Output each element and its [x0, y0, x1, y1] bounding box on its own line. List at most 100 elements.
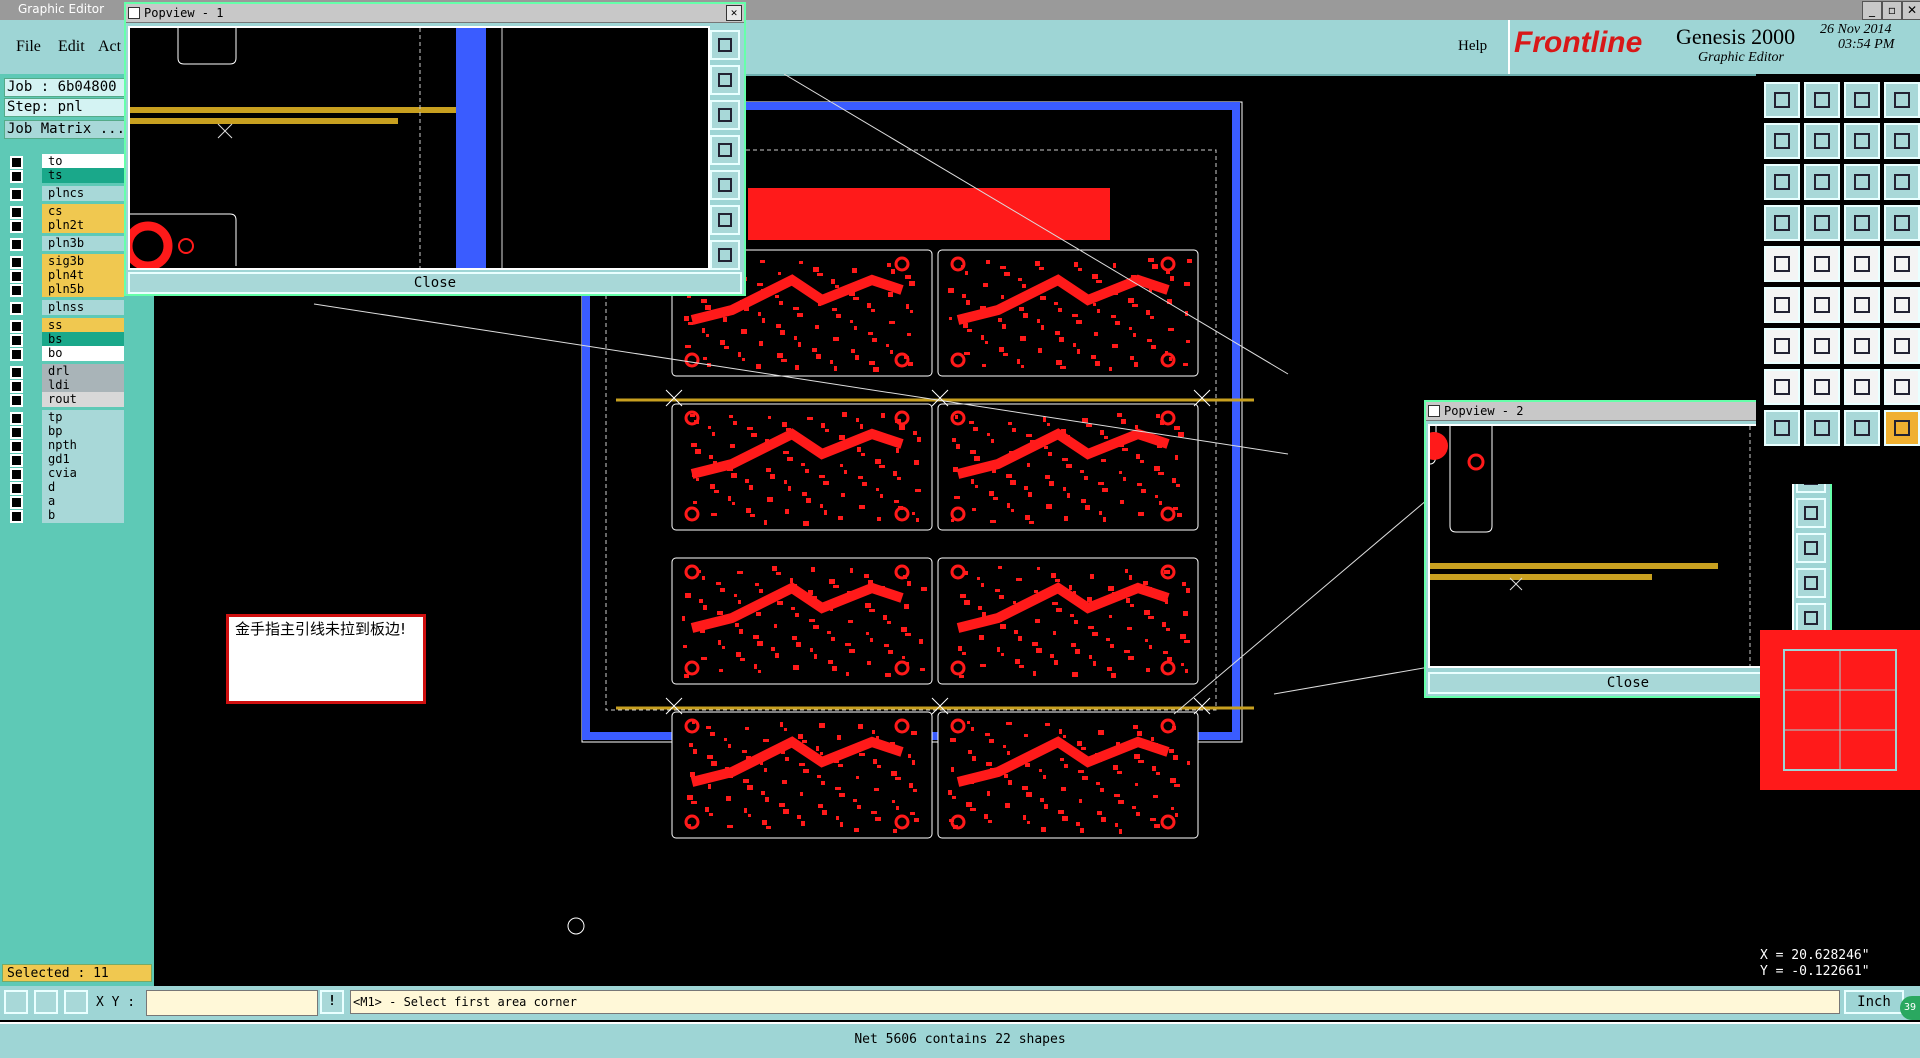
layer-checkbox[interactable]: [10, 284, 23, 297]
layer-row-a[interactable]: a: [6, 494, 124, 509]
layer-row-drl[interactable]: drl: [6, 364, 124, 379]
tool-button-30[interactable]: [1804, 369, 1840, 405]
layer-row-pln4t[interactable]: pln4t: [6, 268, 124, 283]
popview-tool-button-6[interactable]: [710, 205, 740, 235]
tool-button-33[interactable]: [1764, 410, 1800, 446]
layer-row-pln5b[interactable]: pln5b: [6, 282, 124, 297]
popview-tool-button-2[interactable]: [710, 65, 740, 95]
menu-actions[interactable]: Act: [98, 38, 121, 56]
layer-row-b[interactable]: b: [6, 508, 124, 523]
tool-button-1[interactable]: [1764, 82, 1800, 118]
tool-button-27[interactable]: [1844, 328, 1880, 364]
tool-button-3[interactable]: [1844, 82, 1880, 118]
tool-button-18[interactable]: [1804, 246, 1840, 282]
tool-button-19[interactable]: [1844, 246, 1880, 282]
layer-row-ss[interactable]: ss: [6, 318, 124, 333]
tool-button-6[interactable]: [1804, 123, 1840, 159]
tool-button-29[interactable]: [1764, 369, 1800, 405]
popview-tool-button-1[interactable]: [710, 30, 740, 60]
layer-checkbox[interactable]: [10, 348, 23, 361]
tool-button-32[interactable]: [1884, 369, 1920, 405]
tool-button-31[interactable]: [1844, 369, 1880, 405]
tool-button-22[interactable]: [1804, 287, 1840, 323]
mini-map[interactable]: [1760, 630, 1920, 790]
popview-tool-button-5[interactable]: [710, 170, 740, 200]
popview-tool-button-3[interactable]: [710, 100, 740, 130]
layer-row-pln3b[interactable]: pln3b: [6, 236, 124, 251]
tool-button-15[interactable]: [1844, 205, 1880, 241]
menu-file[interactable]: File: [16, 38, 41, 56]
tool-button-10[interactable]: [1804, 164, 1840, 200]
tool-button-8[interactable]: [1884, 123, 1920, 159]
layer-row-cvia[interactable]: cvia: [6, 466, 124, 481]
popview-1-canvas[interactable]: [128, 26, 710, 270]
menu-help[interactable]: Help: [1458, 38, 1487, 55]
maximize-button[interactable]: ▫: [1882, 1, 1902, 20]
notification-badge[interactable]: 39: [1900, 996, 1920, 1020]
tool-button-25[interactable]: [1764, 328, 1800, 364]
tool-button-26[interactable]: [1804, 328, 1840, 364]
tool-button-14[interactable]: [1804, 205, 1840, 241]
tool-button-34[interactable]: [1804, 410, 1840, 446]
layer-row-ts[interactable]: ts: [6, 168, 124, 183]
layer-checkbox[interactable]: [10, 188, 23, 201]
layer-row-pln2t[interactable]: pln2t: [6, 218, 124, 233]
layer-row-sig3b[interactable]: sig3b: [6, 254, 124, 269]
layer-row-tp[interactable]: tp: [6, 410, 124, 425]
layer-row-cs[interactable]: cs: [6, 204, 124, 219]
layer-row-bo[interactable]: bo: [6, 346, 124, 361]
layer-row-bp[interactable]: bp: [6, 424, 124, 439]
tool-button-2[interactable]: [1804, 82, 1840, 118]
tool-button-28[interactable]: [1884, 328, 1920, 364]
close-button[interactable]: ✕: [1902, 1, 1920, 20]
snap-icon[interactable]: [4, 990, 28, 1014]
tool-button-17[interactable]: [1764, 246, 1800, 282]
popview-tool-button-6[interactable]: [1796, 603, 1826, 633]
layer-row-to[interactable]: to: [6, 154, 124, 169]
grid-icon[interactable]: [64, 990, 88, 1014]
tool-button-12[interactable]: [1884, 164, 1920, 200]
alert-icon[interactable]: !: [320, 990, 344, 1014]
tool-button-24[interactable]: [1884, 287, 1920, 323]
layer-row-rout[interactable]: rout: [6, 392, 124, 407]
layer-row-plncs[interactable]: plncs: [6, 186, 124, 201]
tool-button-16[interactable]: [1884, 205, 1920, 241]
layer-row-ldi[interactable]: ldi: [6, 378, 124, 393]
layer-row-gd1[interactable]: gd1: [6, 452, 124, 467]
layer-checkbox[interactable]: [10, 238, 23, 251]
layer-row-npth[interactable]: npth: [6, 438, 124, 453]
menu-edit[interactable]: Edit: [58, 38, 85, 56]
units-selector[interactable]: Inch: [1844, 990, 1904, 1014]
tool-button-21[interactable]: [1764, 287, 1800, 323]
tool-button-36[interactable]: [1884, 410, 1920, 446]
tool-button-13[interactable]: [1764, 205, 1800, 241]
layer-row-d[interactable]: d: [6, 480, 124, 495]
minimize-button[interactable]: _: [1862, 1, 1882, 20]
tool-button-23[interactable]: [1844, 287, 1880, 323]
layer-checkbox[interactable]: [10, 170, 23, 183]
tool-button-20[interactable]: [1884, 246, 1920, 282]
popview-tool-button-4[interactable]: [1796, 533, 1826, 563]
popview-tool-button-7[interactable]: [710, 240, 740, 270]
layer-row-bs[interactable]: bs: [6, 332, 124, 347]
job-matrix-button[interactable]: Job Matrix ...: [4, 120, 126, 139]
layer-checkbox[interactable]: [10, 394, 23, 407]
layer-checkbox[interactable]: [10, 510, 23, 523]
tool-button-5[interactable]: [1764, 123, 1800, 159]
layer-row-plnss[interactable]: plnss: [6, 300, 124, 315]
measure-icon[interactable]: [34, 990, 58, 1014]
tool-button-7[interactable]: [1844, 123, 1880, 159]
layer-checkbox[interactable]: [10, 220, 23, 233]
tool-button-9[interactable]: [1764, 164, 1800, 200]
popview-tool-button-3[interactable]: [1796, 498, 1826, 528]
tool-button-4[interactable]: [1884, 82, 1920, 118]
popview-tool-button-5[interactable]: [1796, 568, 1826, 598]
layer-checkbox[interactable]: [10, 302, 23, 315]
popview-1-close-button[interactable]: Close: [128, 272, 742, 294]
popview-2-canvas[interactable]: [1428, 424, 1794, 668]
popview-1-close-icon[interactable]: ✕: [726, 5, 742, 21]
tool-button-35[interactable]: [1844, 410, 1880, 446]
xy-input[interactable]: [146, 990, 318, 1016]
tool-button-11[interactable]: [1844, 164, 1880, 200]
popview-tool-button-4[interactable]: [710, 135, 740, 165]
